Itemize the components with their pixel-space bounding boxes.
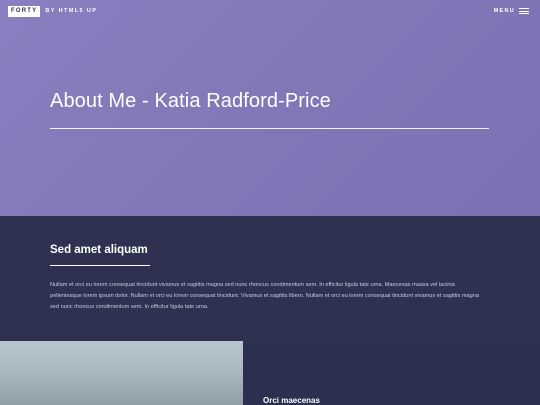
logo-link[interactable]: FORTY BY HTML5 UP [8,5,98,17]
intro-section: Sed amet aliquam Nullam et orci eu lorem… [0,216,540,341]
hamburger-icon [519,8,529,14]
logo-byline: BY HTML5 UP [45,8,98,14]
text-tile[interactable]: Orci maecenas [243,341,540,405]
image-tile[interactable] [0,341,243,405]
logo: FORTY [8,5,41,17]
title-divider [50,128,489,129]
page: About Me - Katia Radford-Price FORTY BY … [0,0,540,405]
section-paragraph: Nullam et orci eu lorem consequat tincid… [50,282,479,310]
site-header: FORTY BY HTML5 UP MENU [0,0,540,22]
menu-button[interactable]: MENU [494,8,529,14]
tile-heading: Orci maecenas [263,396,320,405]
heading-underline [50,265,150,266]
section-heading: Sed amet aliquam [50,244,148,256]
banner: About Me - Katia Radford-Price [0,0,540,216]
page-title: About Me - Katia Radford-Price [50,90,331,112]
menu-label: MENU [493,8,515,14]
